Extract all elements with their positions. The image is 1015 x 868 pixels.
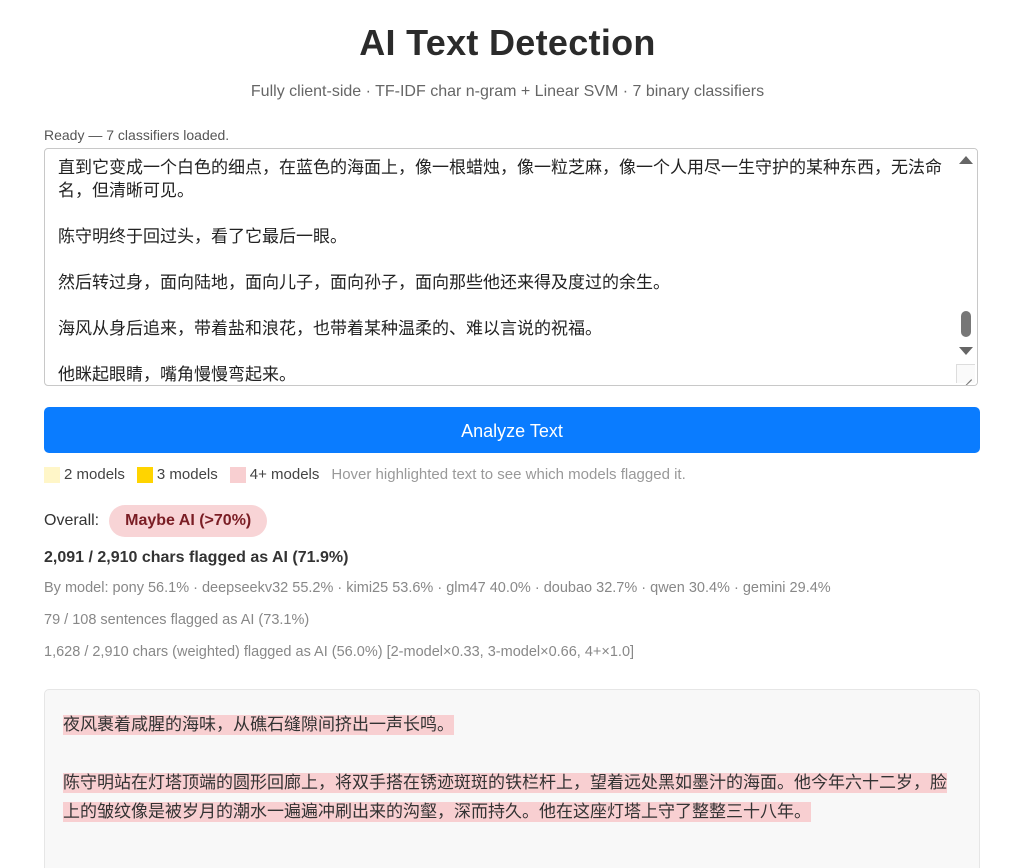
analyze-button[interactable]: Analyze Text [44,407,980,453]
scroll-down-arrow-icon[interactable] [959,347,973,355]
highlighted-sentence[interactable]: 夜风裹着咸腥的海味，从礁石缝隙间挤出一声长鸣。 [63,715,454,735]
scroll-thumb[interactable] [961,311,971,337]
legend-item-4plus-models: 4+ models [229,466,320,483]
page-subtitle: Fully client-side · TF-IDF char n-gram +… [250,83,765,100]
overall-verdict-badge: Maybe AI (>70%) [109,505,268,537]
overall-label: Overall: [44,512,100,529]
legend-hint: Hover highlighted text to see which mode… [331,466,686,483]
weighted-stat: 1,628 / 2,910 chars (weighted) flagged a… [44,644,635,660]
legend-label: 2 models [64,466,125,483]
legend-item-3-models: 3 models [136,466,218,483]
page: AI Text Detection Fully client-side · TF… [0,0,1015,868]
by-model-stat: By model: pony 56.1% · deepseekv32 55.2%… [44,580,831,596]
legend-label: 4+ models [249,466,320,483]
legend-item-2-models: 2 models [44,466,125,483]
highlight-legend: 2 models 3 models 4+ models Hover highli… [44,466,686,483]
highlighted-sentence[interactable]: 他在这座灯塔上守了整整三十八年。 [539,802,811,822]
text-input-area[interactable]: 直到它变成一个白色的细点，在蓝色的海面上，像一根蜡烛，像一粒芝麻，像一个人用尽一… [44,148,978,386]
text-input-content[interactable]: 直到它变成一个白色的细点，在蓝色的海面上，像一根蜡烛，像一粒芝麻，像一个人用尽一… [58,157,948,385]
textarea-scrollbar[interactable] [955,149,977,385]
legend-label: 3 models [156,466,218,483]
chars-flagged-stat: 2,091 / 2,910 chars flagged as AI (71.9%… [44,549,349,566]
highlighted-sentence[interactable]: 陈守明站在灯塔顶端的圆形回廊上，将双手搭在锈迹斑斑的铁栏杆上，望着远处黑如墨汁的… [63,773,794,793]
sentences-flagged-stat: 79 / 108 sentences flagged as AI (73.1%) [44,612,310,628]
scroll-up-arrow-icon[interactable] [959,156,973,164]
status-text: Ready — 7 classifiers loaded. [44,127,230,143]
page-title: AI Text Detection [359,22,656,63]
result-paragraph: 陈守明站在灯塔顶端的圆形回廊上，将双手搭在锈迹斑斑的铁栏杆上，望着远处黑如墨汁的… [63,769,953,827]
legend-swatch-4plus-models [229,466,246,483]
resize-grip-icon[interactable] [956,364,975,383]
legend-swatch-2-models [44,466,60,483]
highlighted-result-text: 夜风裹着咸腥的海味，从礁石缝隙间挤出一声长鸣。 陈守明站在灯塔顶端的圆形回廊上，… [63,711,953,856]
result-paragraph: 夜风裹着咸腥的海味，从礁石缝隙间挤出一声长鸣。 [63,711,953,740]
overall-result: Overall: Maybe AI (>70%) [44,505,268,537]
highlighted-result-panel: 夜风裹着咸腥的海味，从礁石缝隙间挤出一声长鸣。 陈守明站在灯塔顶端的圆形回廊上，… [44,689,980,868]
legend-swatch-3-models [136,466,153,483]
